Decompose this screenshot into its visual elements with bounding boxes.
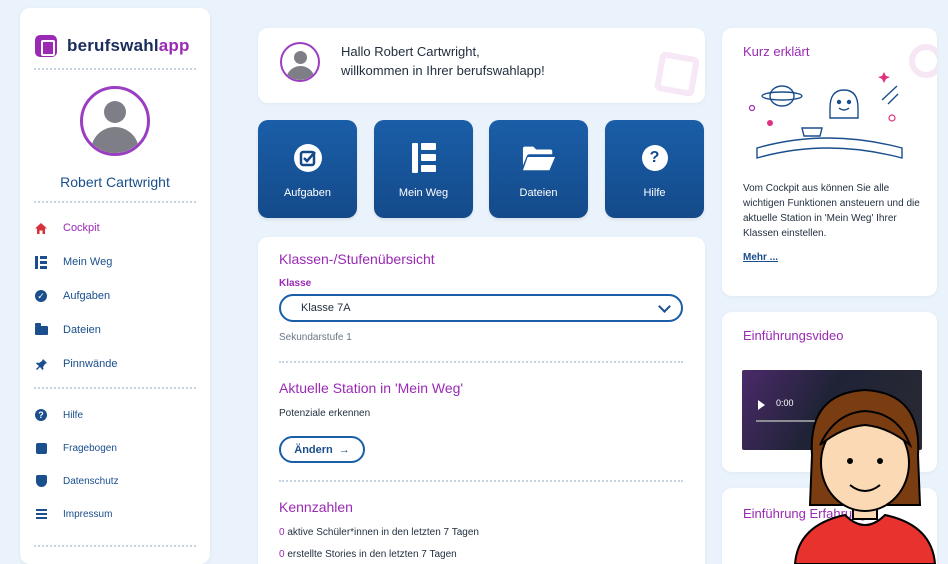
sidebar-item-label: Pinnwände (63, 358, 118, 370)
chevron-down-icon (658, 300, 671, 313)
divider (279, 480, 683, 482)
tile-label: Dateien (519, 187, 558, 199)
sidebar-item-label: Aufgaben (63, 290, 111, 302)
arrow-right-icon: → (338, 443, 350, 456)
card-title: Kurz erklärt (743, 44, 810, 59)
welcome-greeting: Hallo Robert Cartwright, (341, 44, 480, 59)
sidebar-item-fragebogen[interactable]: Fragebogen (34, 441, 117, 455)
divider (34, 68, 196, 70)
section-title: Aktuelle Station in 'Mein Weg' (279, 380, 464, 396)
sidebar-item-datenschutz[interactable]: Datenschutz (34, 474, 119, 488)
tile-mein-weg[interactable]: Mein Weg (374, 120, 473, 218)
sidebar-item-dateien[interactable]: Dateien (34, 322, 101, 337)
sidebar-item-label: Mein Weg (63, 256, 113, 268)
sidebar-item-label: Hilfe (63, 409, 84, 421)
tile-label: Aufgaben (283, 187, 332, 199)
play-icon[interactable] (758, 400, 765, 410)
divider (34, 201, 196, 203)
change-button[interactable]: Ändern → (279, 436, 365, 463)
home-icon (34, 221, 48, 235)
shield-icon (34, 474, 48, 488)
steps-icon (407, 142, 441, 174)
class-overview-card: Klassen-/Stufenübersicht Klasse Klasse 7… (258, 237, 705, 564)
divider (279, 361, 683, 363)
section-title: Klassen-/Stufenübersicht (279, 251, 435, 267)
kpi-text: aktive Schüler*innen in den letzten 7 Ta… (284, 527, 479, 538)
kpi-text: erstellte Stories in den letzten 7 Tagen (284, 549, 457, 560)
divider (34, 387, 196, 389)
help-icon: ? (638, 142, 672, 174)
questionnaire-icon (34, 441, 48, 455)
sidebar-item-label: Dateien (63, 324, 101, 336)
change-button-label: Ändern (294, 443, 333, 456)
tile-label: Hilfe (643, 187, 666, 199)
sidebar-item-mein-weg[interactable]: Mein Weg (34, 255, 112, 269)
check-circle-icon (291, 142, 325, 174)
sidebar-item-impressum[interactable]: Impressum (34, 507, 112, 521)
sidebar-item-hilfe[interactable]: ? Hilfe (34, 408, 83, 422)
sidebar-item-aufgaben[interactable]: ✓ Aufgaben (34, 289, 110, 303)
class-select-value: Klasse 7A (301, 302, 351, 314)
brand-suffix: app (158, 36, 190, 55)
cockpit-illustration-icon (748, 72, 903, 159)
sidebar-item-label: Cockpit (63, 222, 100, 234)
sidebar: berufswahlapp Robert Cartwright Cockpit … (20, 8, 210, 564)
kpi-item: 0 aktive Schüler*innen in den letzten 7 … (279, 527, 479, 538)
app-logo-icon (35, 35, 57, 57)
avatar (280, 42, 320, 82)
brand-prefix: berufswahl (67, 36, 159, 55)
welcome-card: Hallo Robert Cartwright, willkommen in I… (258, 28, 705, 103)
class-label: Klasse (279, 278, 312, 289)
divider (34, 545, 196, 547)
user-name: Robert Cartwright (60, 174, 170, 190)
tile-dateien[interactable]: Dateien (489, 120, 588, 218)
card-title: Einführungsvideo (743, 328, 844, 343)
avatar[interactable] (80, 86, 150, 156)
folder-icon (34, 322, 48, 337)
school-level: Sekundarstufe 1 (279, 332, 352, 343)
sidebar-item-label: Fragebogen (63, 442, 117, 454)
explain-text: Vom Cockpit aus können Sie alle wichtige… (743, 183, 920, 239)
tile-hilfe[interactable]: ? Hilfe (605, 120, 704, 218)
decorative-shape (653, 50, 701, 98)
avatar-character-icon (793, 388, 937, 564)
pin-icon (34, 357, 48, 371)
folder-open-icon (522, 142, 556, 174)
tile-label: Mein Weg (398, 187, 449, 199)
sidebar-item-label: Datenschutz (63, 475, 119, 487)
sidebar-item-cockpit[interactable]: Cockpit (34, 221, 100, 235)
impressum-icon (34, 507, 48, 521)
help-icon: ? (34, 408, 48, 422)
class-select[interactable]: Klasse 7A (279, 294, 683, 322)
welcome-message: willkommen in Ihrer berufswahlapp! (341, 63, 545, 78)
brand-logo[interactable]: berufswahlapp (35, 35, 190, 57)
check-circle-icon: ✓ (34, 289, 48, 303)
section-title: Kennzahlen (279, 499, 353, 515)
kpi-item: 0 erstellte Stories in den letzten 7 Tag… (279, 549, 457, 560)
steps-icon (34, 255, 48, 269)
sidebar-item-label: Impressum (63, 508, 113, 520)
station-value: Potenziale erkennen (279, 408, 371, 419)
sidebar-item-pinnwaende[interactable]: Pinnwände (34, 357, 117, 371)
explain-card: Kurz erklärt Vom Cockpit aus können Sie … (722, 28, 937, 296)
more-link[interactable]: Mehr ... (743, 252, 778, 263)
tile-aufgaben[interactable]: Aufgaben (258, 120, 357, 218)
decorative-shape (909, 44, 937, 78)
